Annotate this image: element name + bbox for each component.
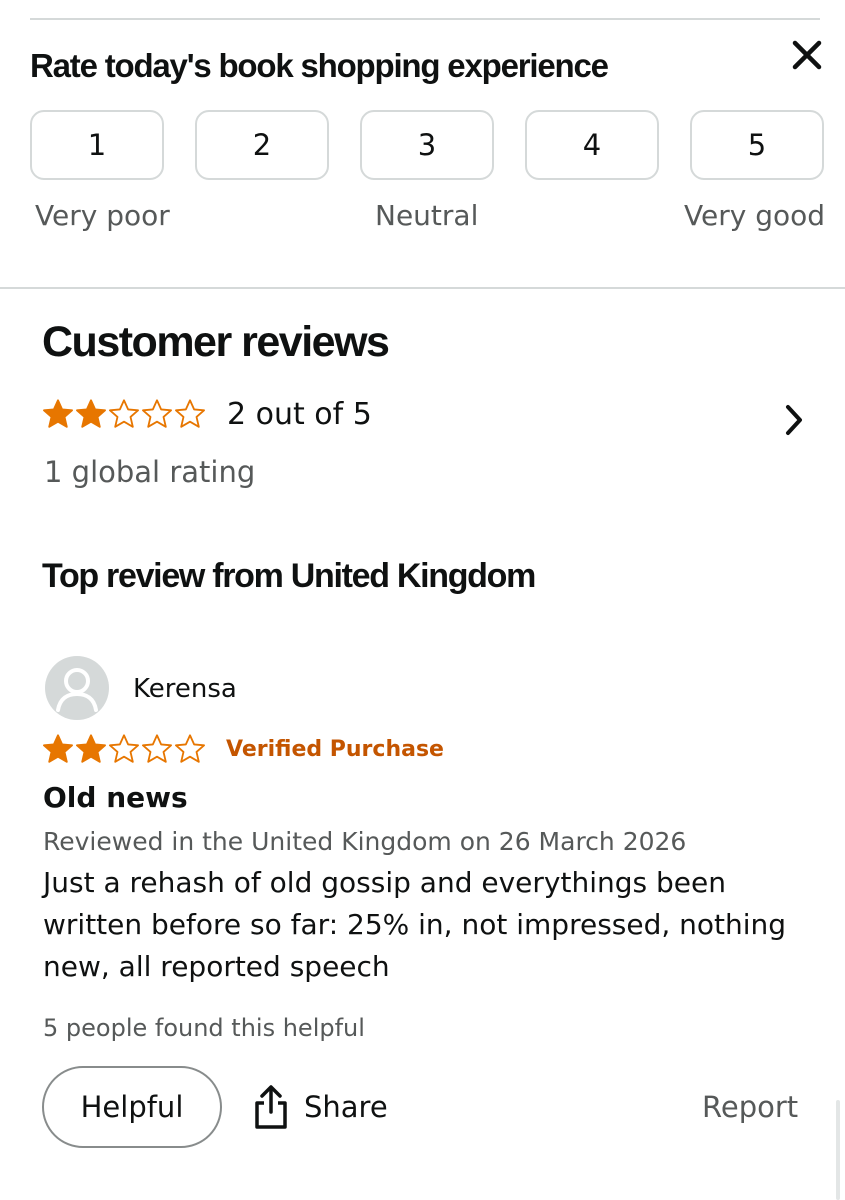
rating-option-1[interactable]: 1 bbox=[30, 110, 164, 180]
review-body: Just a rehash of old gossip and everythi… bbox=[43, 866, 787, 983]
star-empty-icon bbox=[142, 399, 172, 428]
close-icon bbox=[792, 40, 822, 70]
ratings-chevron-button[interactable] bbox=[780, 402, 808, 438]
star-filled-icon bbox=[43, 734, 73, 763]
section-divider bbox=[0, 287, 845, 289]
star-empty-icon bbox=[109, 399, 139, 428]
scrollbar[interactable] bbox=[836, 1100, 840, 1200]
star-filled-icon bbox=[76, 399, 106, 428]
top-review-heading: Top review from United Kingdom bbox=[42, 557, 536, 595]
share-label: Share bbox=[304, 1090, 388, 1124]
survey-rating-options: 1 2 3 4 5 bbox=[30, 110, 826, 184]
scale-label-mid: Neutral bbox=[375, 199, 479, 232]
rating-option-3[interactable]: 3 bbox=[360, 110, 494, 180]
average-rating-text[interactable]: 2 out of 5 bbox=[227, 396, 372, 434]
reviewer-name[interactable]: Kerensa bbox=[133, 672, 237, 706]
helpful-button[interactable]: Helpful bbox=[42, 1066, 222, 1148]
star-empty-icon bbox=[109, 734, 139, 763]
helpful-count: 5 people found this helpful bbox=[43, 1014, 365, 1042]
rating-option-4[interactable]: 4 bbox=[525, 110, 659, 180]
star-empty-icon bbox=[175, 734, 205, 763]
survey-title: Rate today's book shopping experience bbox=[30, 47, 609, 84]
star-filled-icon bbox=[76, 734, 106, 763]
share-icon bbox=[255, 1085, 287, 1129]
customer-reviews-heading: Customer reviews bbox=[42, 318, 390, 366]
review-title: Old news bbox=[43, 781, 188, 814]
scale-label-low: Very poor bbox=[35, 199, 170, 232]
top-divider bbox=[30, 18, 820, 20]
avatar bbox=[45, 656, 109, 720]
user-avatar-icon bbox=[56, 668, 98, 712]
rating-option-2[interactable]: 2 bbox=[195, 110, 329, 180]
scale-label-high: Very good bbox=[684, 199, 825, 232]
review-date: Reviewed in the United Kingdom on 26 Mar… bbox=[43, 827, 687, 856]
star-empty-icon bbox=[142, 734, 172, 763]
rating-option-5[interactable]: 5 bbox=[690, 110, 824, 180]
average-rating-stars bbox=[42, 398, 206, 430]
global-rating-count: 1 global rating bbox=[44, 455, 256, 489]
share-button[interactable]: Share bbox=[252, 1082, 388, 1132]
review-rating-stars[interactable] bbox=[42, 733, 206, 765]
verified-purchase-badge: Verified Purchase bbox=[226, 737, 444, 762]
close-button[interactable] bbox=[788, 36, 826, 74]
star-filled-icon bbox=[43, 399, 73, 428]
report-link[interactable]: Report bbox=[702, 1089, 798, 1125]
chevron-right-icon bbox=[786, 405, 802, 435]
star-empty-icon bbox=[175, 399, 205, 428]
